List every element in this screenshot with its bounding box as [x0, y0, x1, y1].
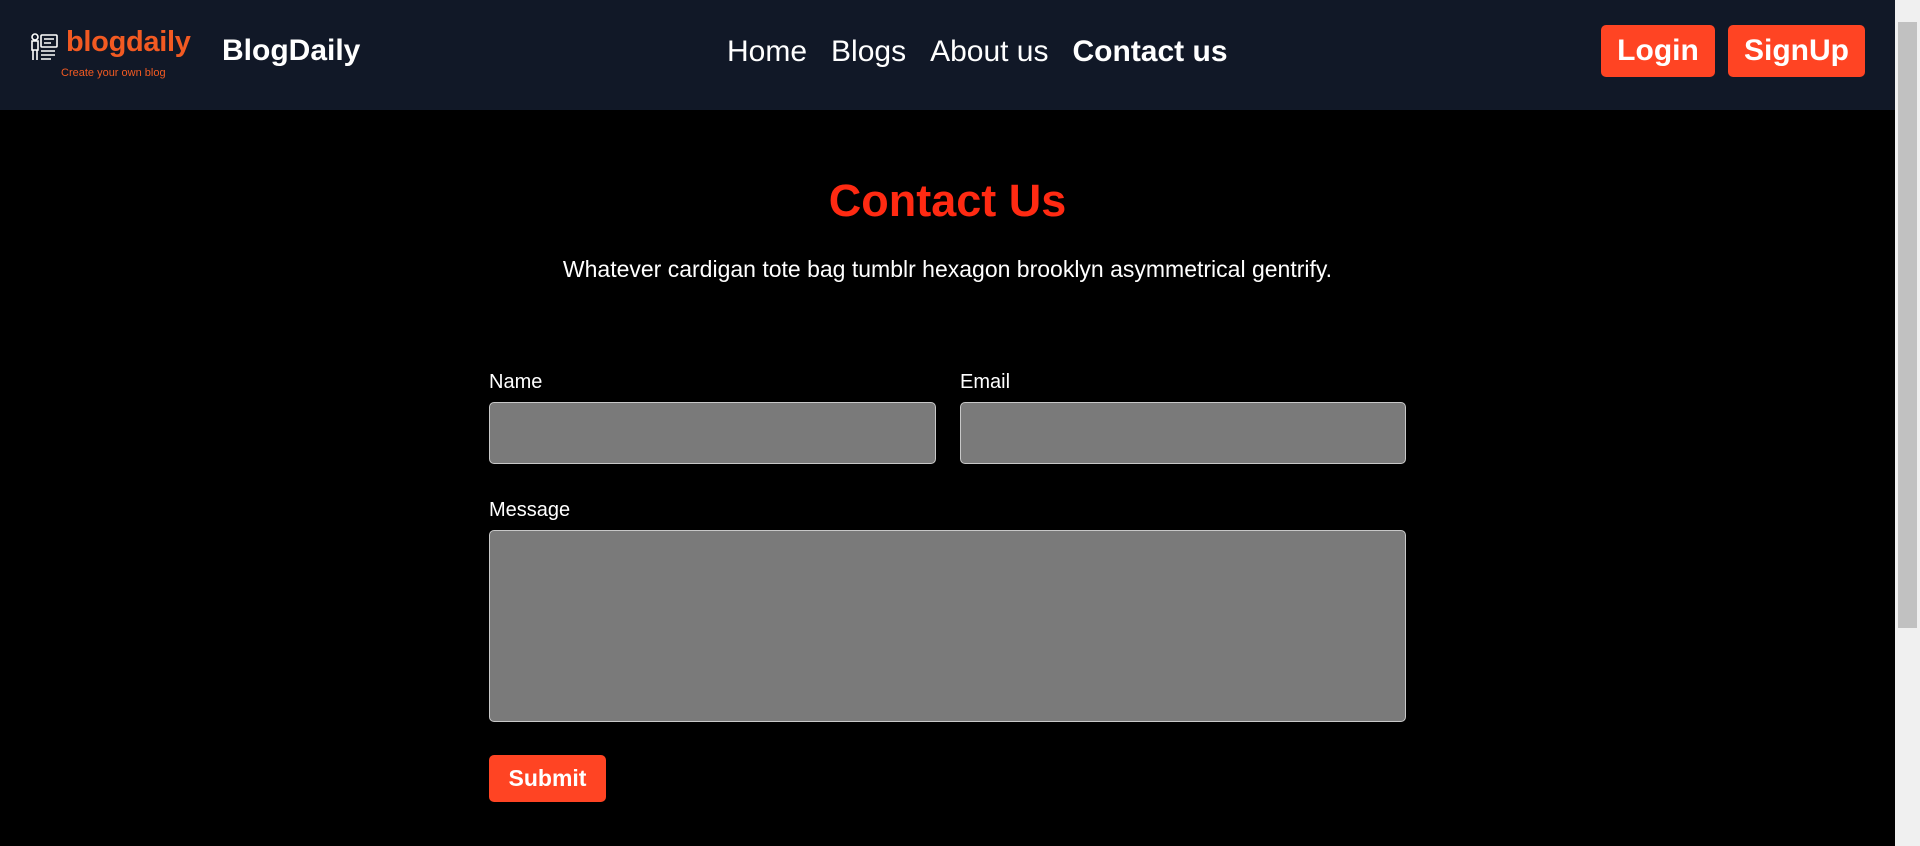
- scrollbar-thumb[interactable]: [1898, 22, 1917, 628]
- name-label: Name: [489, 371, 543, 393]
- message-textarea[interactable]: [489, 530, 1406, 722]
- logo-tagline: Create your own blog: [61, 67, 166, 79]
- message-label: Message: [489, 499, 571, 521]
- logo-wordmark: blogdaily: [66, 26, 191, 58]
- vertical-scrollbar[interactable]: [1895, 0, 1920, 846]
- email-label: Email: [960, 371, 1011, 393]
- blog-tools-icon: [28, 32, 60, 64]
- page-subtitle: Whatever cardigan tote bag tumblr hexago…: [562, 256, 1333, 282]
- login-button[interactable]: Login: [1601, 25, 1715, 77]
- logo[interactable]: blogdaily Create your own blog: [28, 26, 200, 84]
- page: blogdaily Create your own blog BlogDaily…: [0, 0, 1895, 846]
- nav-blogs-link[interactable]: Blogs: [831, 34, 906, 70]
- navbar: blogdaily Create your own blog BlogDaily…: [0, 0, 1895, 110]
- nav-contact-link[interactable]: Contact us: [1073, 34, 1228, 70]
- signup-button[interactable]: SignUp: [1728, 25, 1865, 77]
- brand-name[interactable]: BlogDaily: [222, 34, 360, 68]
- nav-home-link[interactable]: Home: [727, 34, 807, 70]
- email-input[interactable]: [960, 402, 1406, 464]
- browser-viewport: blogdaily Create your own blog BlogDaily…: [0, 0, 1920, 846]
- main-nav: Home Blogs About us Contact us: [727, 34, 1228, 70]
- nav-about-link[interactable]: About us: [930, 34, 1048, 70]
- submit-button[interactable]: Submit: [489, 755, 606, 802]
- name-input[interactable]: [489, 402, 936, 464]
- page-title: Contact Us: [828, 175, 1067, 226]
